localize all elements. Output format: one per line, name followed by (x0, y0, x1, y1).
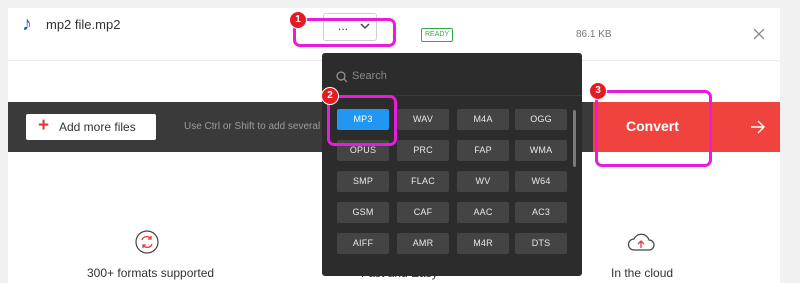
refresh-icon (135, 230, 159, 254)
highlight-box-convert (595, 90, 712, 167)
music-note-icon: ♪ (22, 13, 32, 35)
format-option-amr[interactable]: AMR (397, 233, 449, 254)
format-option-aac[interactable]: AAC (457, 202, 509, 223)
format-option-ogg[interactable]: OGG (515, 109, 567, 130)
step-badge-3: 3 (589, 82, 607, 100)
format-option-prc[interactable]: PRC (397, 140, 449, 161)
format-option-gsm[interactable]: GSM (337, 202, 389, 223)
format-option-m4a[interactable]: M4A (457, 109, 509, 130)
file-name: mp2 file.mp2 (46, 17, 121, 32)
format-option-aiff[interactable]: AIFF (337, 233, 389, 254)
search-icon (336, 71, 348, 83)
cloud-upload-icon (627, 233, 655, 251)
format-option-flac[interactable]: FLAC (397, 171, 449, 192)
add-files-label: Add more files (59, 120, 136, 134)
feature-formats-label: 300+ formats supported (87, 266, 215, 280)
arrow-right-icon (751, 120, 765, 134)
format-option-w64[interactable]: W64 (515, 171, 567, 192)
format-option-smp[interactable]: SMP (337, 171, 389, 192)
format-option-m4r[interactable]: M4R (457, 233, 509, 254)
close-icon[interactable] (752, 27, 766, 41)
format-option-wav[interactable]: WAV (397, 109, 449, 130)
format-search (322, 53, 582, 97)
feature-cloud-label: In the cloud (611, 266, 674, 280)
add-more-files-button[interactable]: + Add more files (26, 114, 156, 140)
format-option-wv[interactable]: WV (457, 171, 509, 192)
status-badge: READY (421, 28, 454, 42)
format-option-fap[interactable]: FAP (457, 140, 509, 161)
file-size: 86.1 KB (576, 29, 612, 40)
add-files-hint: Use Ctrl or Shift to add several fil (184, 121, 331, 132)
format-option-wma[interactable]: WMA (515, 140, 567, 161)
format-option-ac3[interactable]: AC3 (515, 202, 567, 223)
step-badge-1: 1 (289, 11, 307, 29)
step-badge-2: 2 (321, 87, 339, 105)
format-dropdown: MP3WAVM4AOGGOPUSPRCFAPWMASMPFLACWVW64GSM… (322, 53, 582, 276)
format-option-caf[interactable]: CAF (397, 202, 449, 223)
scrollbar-thumb[interactable] (573, 110, 576, 167)
highlight-box-format-select (293, 18, 396, 47)
highlight-box-mp3 (327, 95, 397, 146)
format-search-input[interactable] (352, 67, 552, 85)
format-option-dts[interactable]: DTS (515, 233, 567, 254)
plus-icon: + (38, 115, 50, 136)
